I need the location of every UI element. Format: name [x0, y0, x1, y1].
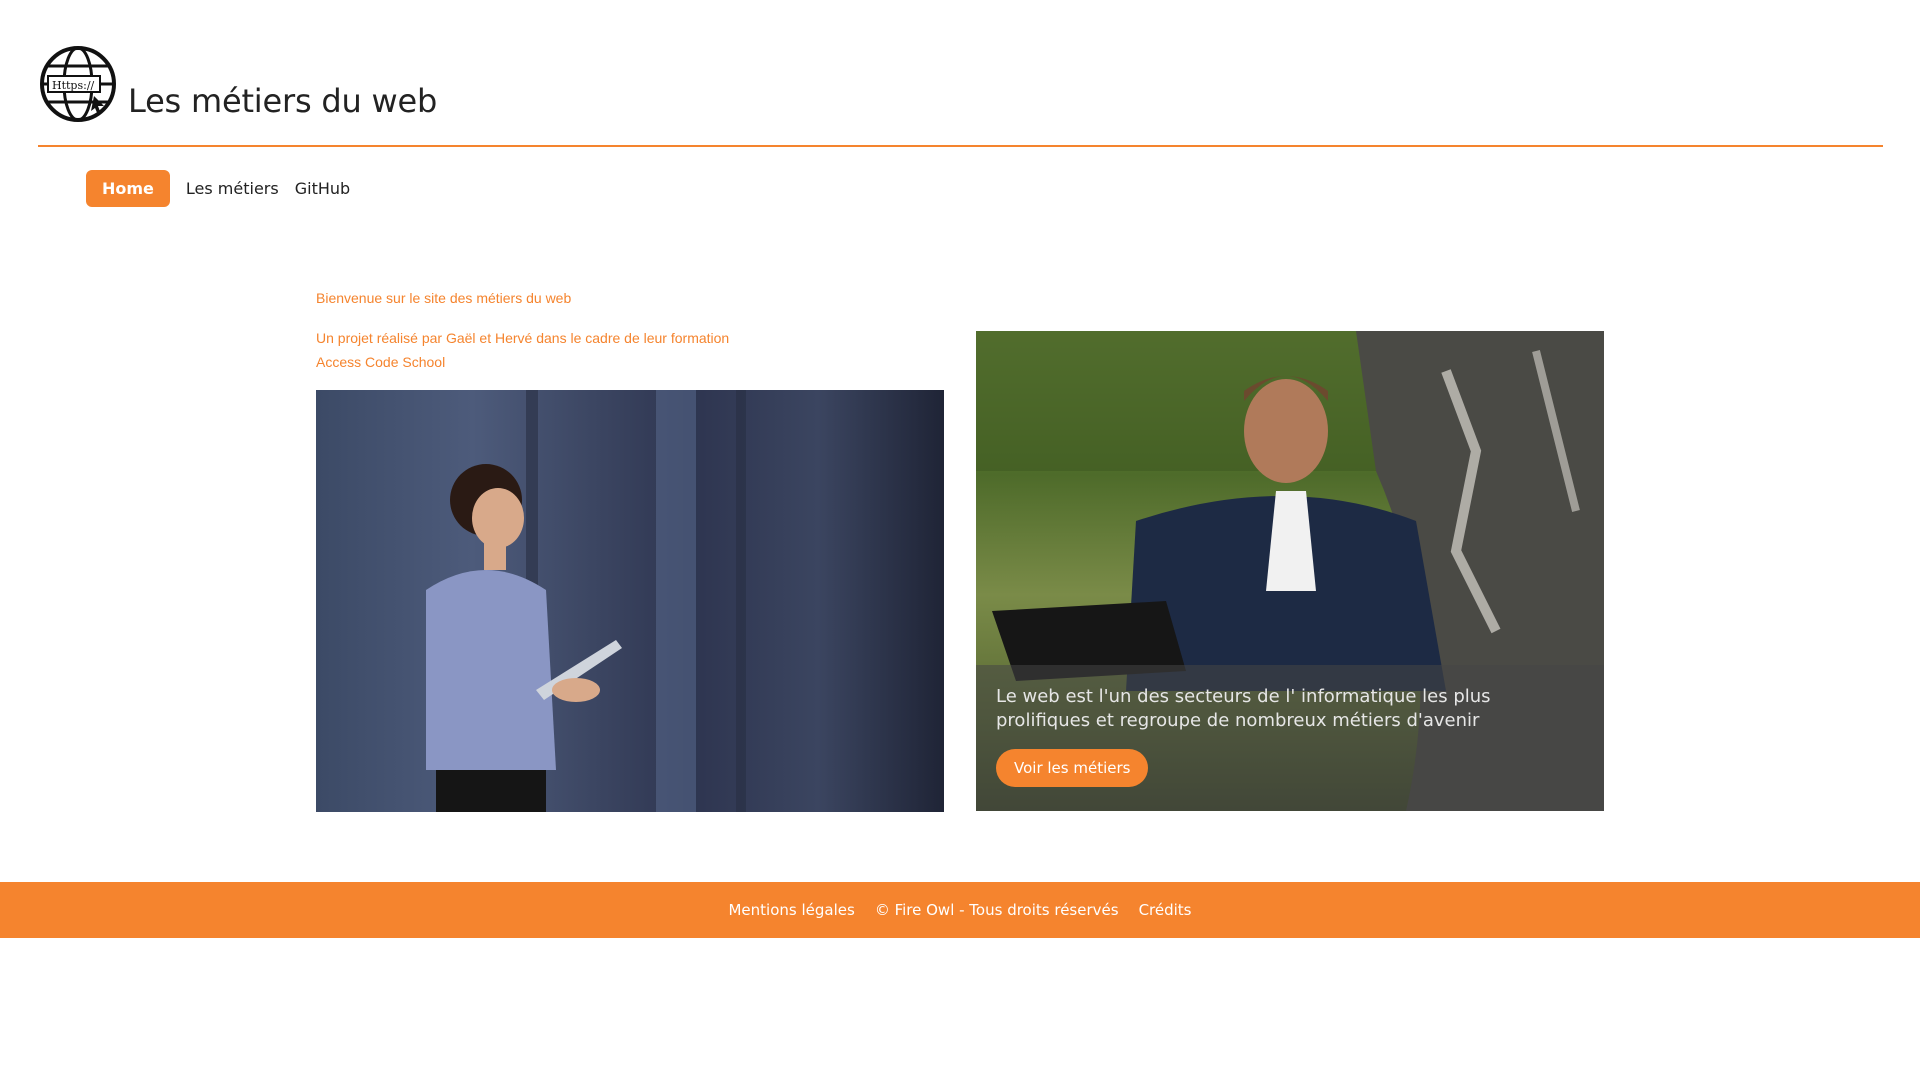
- project-line-1: Un projet réalisé par Gaël et Hervé dans…: [316, 330, 730, 346]
- globe-https-icon: Https://: [40, 46, 116, 122]
- nav-item-home[interactable]: Home: [86, 170, 170, 207]
- nav-item-les-metiers[interactable]: Les métiers: [186, 179, 279, 198]
- site-title: Les métiers du web: [128, 82, 438, 120]
- footer-mentions-link[interactable]: Mentions légales: [728, 901, 854, 919]
- caption-text: Le web est l'un des secteurs de l' infor…: [996, 686, 1491, 731]
- site-header: Https:// Les métiers du web: [38, 40, 437, 124]
- voir-metiers-button[interactable]: Voir les métiers: [996, 749, 1149, 787]
- hero-caption: Le web est l'un des secteurs de l' infor…: [976, 665, 1604, 811]
- main-nav: Home Les métiers GitHub: [86, 170, 350, 207]
- nav-item-github[interactable]: GitHub: [295, 179, 350, 198]
- woman-tablet-photo: [316, 390, 944, 812]
- project-text: Un projet réalisé par Gaël et Hervé dans…: [316, 326, 956, 374]
- man-laptop-photo: Le web est l'un des secteurs de l' infor…: [976, 331, 1604, 811]
- logo-text: Https://: [52, 79, 95, 92]
- welcome-text: Bienvenue sur le site des métiers du web: [316, 290, 572, 306]
- header-divider: [38, 145, 1883, 147]
- intro-text: Bienvenue sur le site des métiers du web…: [316, 286, 956, 390]
- project-line-2: Access Code School: [316, 354, 446, 370]
- site-footer: Mentions légales © Fire Owl - Tous droit…: [0, 882, 1920, 938]
- footer-copyright: © Fire Owl - Tous droits réservés: [874, 901, 1119, 919]
- footer-credits-link[interactable]: Crédits: [1139, 901, 1192, 919]
